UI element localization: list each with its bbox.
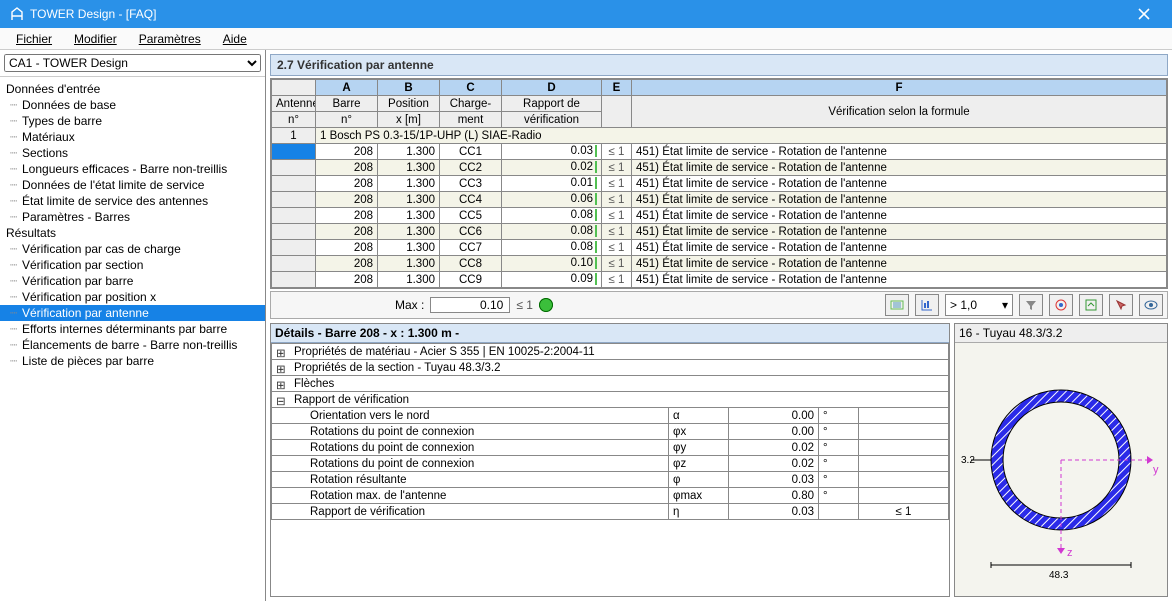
nav-tree: Données d'entrée Données de baseTypes de… (0, 76, 265, 601)
tool-btn-1[interactable] (885, 294, 909, 316)
max-limit: ≤ 1 (516, 298, 533, 312)
detail-group[interactable]: Propriétés de matériau - Acier S 355 | E… (272, 344, 949, 360)
menu-parametres[interactable]: Paramètres (129, 30, 211, 48)
close-button[interactable] (1124, 0, 1164, 28)
svg-text:3.2: 3.2 (961, 455, 975, 466)
panel-title: 2.7 Vérification par antenne (270, 54, 1168, 76)
tree-group-results[interactable]: Résultats (0, 225, 265, 241)
tree-item[interactable]: Liste de pièces par barre (0, 353, 265, 369)
svg-text:48.3: 48.3 (1049, 570, 1069, 580)
detail-row: Rotations du point de connexionφz0.02° (272, 456, 949, 472)
detail-group[interactable]: Rapport de vérification (272, 392, 949, 408)
tree-item[interactable]: Vérification par cas de charge (0, 241, 265, 257)
detail-group[interactable]: Propriétés de la section - Tuyau 48.3/3.… (272, 360, 949, 376)
svg-text:y: y (1153, 464, 1159, 476)
menu-aide[interactable]: Aide (213, 30, 257, 48)
tool-btn-colors[interactable] (1049, 294, 1073, 316)
status-ok-icon (539, 298, 553, 312)
tree-item[interactable]: Vérification par position x (0, 289, 265, 305)
detail-group[interactable]: Flèches (272, 376, 949, 392)
tree-item[interactable]: Sections (0, 145, 265, 161)
detail-row: Orientation vers le nordα0.00° (272, 408, 949, 424)
section-figure: 16 - Tuyau 48.3/3.2 y (954, 323, 1168, 597)
detail-row: Rapport de vérificationη0.03≤ 1 (272, 504, 949, 520)
filter-dropdown[interactable]: > 1,0▾ (945, 294, 1013, 316)
tree-item[interactable]: Matériaux (0, 129, 265, 145)
summary-bar: Max : 0.10 ≤ 1 > 1,0▾ (270, 291, 1168, 319)
chevron-down-icon: ▾ (1002, 298, 1008, 312)
figure-title: 16 - Tuyau 48.3/3.2 (955, 324, 1167, 343)
tree-item[interactable]: Longueurs efficaces - Barre non-treillis (0, 161, 265, 177)
table-row[interactable]: 2081.300CC90.09≤ 1451) État limite de se… (272, 272, 1167, 288)
results-grid[interactable]: ABCDEF AntenneBarrePositionCharge-Rappor… (270, 78, 1168, 289)
table-row[interactable]: 2081.300CC40.06≤ 1451) État limite de se… (272, 192, 1167, 208)
tree-group-input[interactable]: Données d'entrée (0, 81, 265, 97)
table-row[interactable]: 2081.300CC70.08≤ 1451) État limite de se… (272, 240, 1167, 256)
tree-item[interactable]: Efforts internes déterminants par barre (0, 321, 265, 337)
max-value: 0.10 (430, 297, 510, 313)
table-row[interactable]: 2081.300CC50.08≤ 1451) État limite de se… (272, 208, 1167, 224)
table-row[interactable]: 2081.300CC30.01≤ 1451) État limite de se… (272, 176, 1167, 192)
project-selector[interactable]: CA1 - TOWER Design (4, 54, 261, 72)
titlebar: TOWER Design - [FAQ] (0, 0, 1172, 28)
app-icon (8, 5, 26, 23)
tree-item[interactable]: Paramètres - Barres (0, 209, 265, 225)
table-row[interactable]: 2081.300CC60.08≤ 1451) État limite de se… (272, 224, 1167, 240)
detail-row: Rotations du point de connexionφx0.00° (272, 424, 949, 440)
tool-btn-2[interactable] (915, 294, 939, 316)
tool-btn-select[interactable] (1109, 294, 1133, 316)
max-label: Max : (395, 298, 424, 312)
tree-item[interactable]: Données de base (0, 97, 265, 113)
tree-item[interactable]: Vérification par section (0, 257, 265, 273)
sidebar: CA1 - TOWER Design Données d'entrée Donn… (0, 50, 266, 601)
tool-btn-filter[interactable] (1019, 294, 1043, 316)
details-panel: Détails - Barre 208 - x : 1.300 m - Prop… (270, 323, 950, 597)
svg-text:z: z (1067, 547, 1073, 559)
tree-item[interactable]: Types de barre (0, 113, 265, 129)
tree-item[interactable]: Vérification par antenne (0, 305, 265, 321)
tree-item[interactable]: État limite de service des antennes (0, 193, 265, 209)
tree-item[interactable]: Données de l'état limite de service (0, 177, 265, 193)
details-title: Détails - Barre 208 - x : 1.300 m - (271, 324, 949, 343)
table-row[interactable]: 2081.300CC20.02≤ 1451) État limite de se… (272, 160, 1167, 176)
menu-modifier[interactable]: Modifier (64, 30, 127, 48)
detail-row: Rotations du point de connexionφy0.02° (272, 440, 949, 456)
table-row[interactable]: 2081.300CC80.10≤ 1451) État limite de se… (272, 256, 1167, 272)
tree-item[interactable]: Vérification par barre (0, 273, 265, 289)
tree-item[interactable]: Élancements de barre - Barre non-treilli… (0, 337, 265, 353)
menu-fichier[interactable]: Fichier (6, 30, 62, 48)
detail-row: Rotation résultanteφ0.03° (272, 472, 949, 488)
detail-row: Rotation max. de l'antenneφmax0.80° (272, 488, 949, 504)
tool-btn-eye[interactable] (1139, 294, 1163, 316)
table-row[interactable]: 2081.300CC10.03≤ 1451) État limite de se… (272, 144, 1167, 160)
window-title: TOWER Design - [FAQ] (30, 7, 156, 21)
menubar: Fichier Modifier Paramètres Aide (0, 28, 1172, 50)
tool-btn-export[interactable] (1079, 294, 1103, 316)
